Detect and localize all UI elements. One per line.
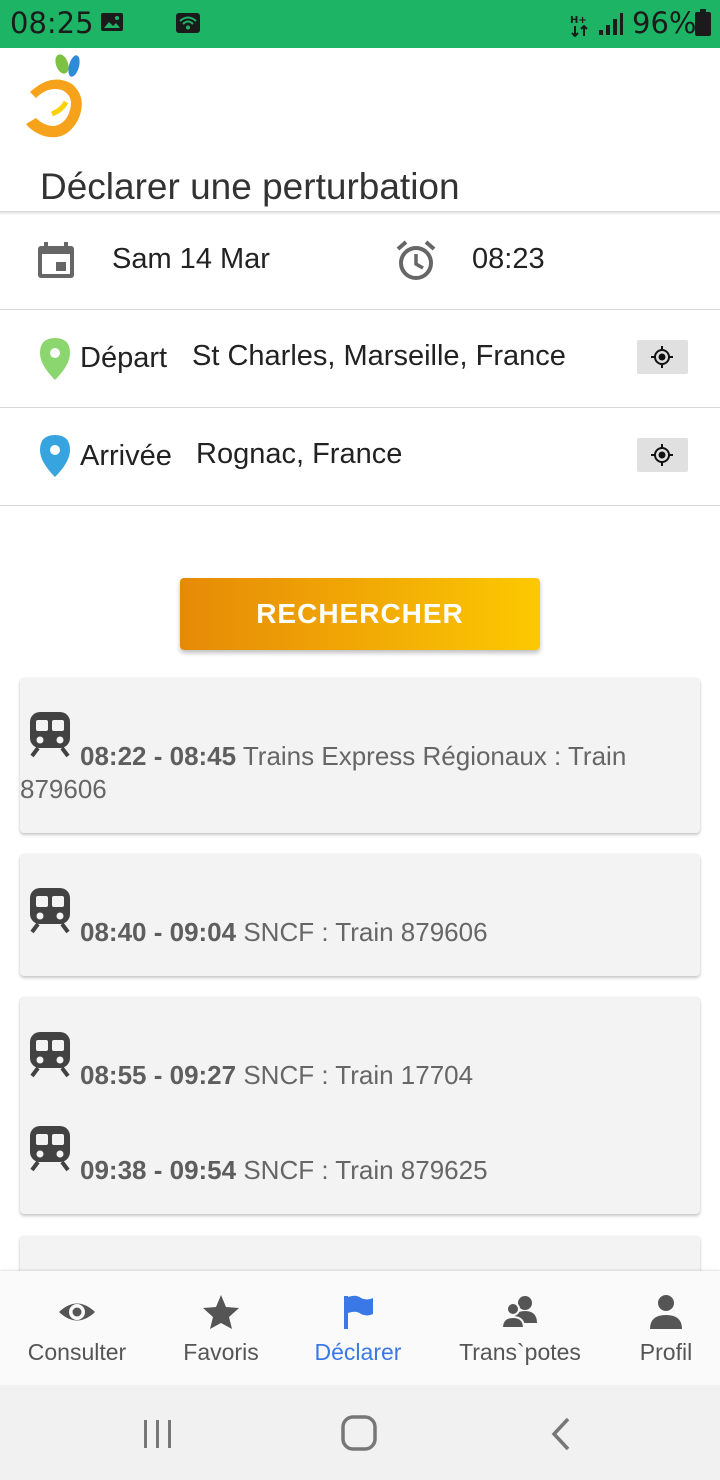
train-icon — [30, 1126, 70, 1172]
nav-favoris[interactable]: Favoris — [154, 1271, 288, 1385]
trip-times: 08:40 - 09:04 — [80, 917, 237, 947]
mobile-data-icon: H+ — [570, 15, 588, 37]
arrivee-input[interactable]: Rognac, France — [196, 438, 576, 471]
nav-label: Déclarer — [314, 1339, 402, 1365]
recents-icon[interactable] — [140, 1418, 176, 1450]
nav-label: Consulter — [27, 1339, 127, 1365]
nav-consulter[interactable]: Consulter — [0, 1271, 154, 1385]
status-time: 08:25 — [10, 6, 94, 40]
image-icon — [101, 13, 123, 31]
wifi-icon — [176, 13, 200, 33]
trip-times: 09:38 - 09:54 — [80, 1155, 237, 1185]
trip-description: SNCF : Train 879625 — [236, 1155, 488, 1185]
my-location-icon — [651, 346, 673, 368]
trip-description: SNCF : Train 17704 — [236, 1060, 474, 1090]
nav-label: Profil — [639, 1339, 693, 1365]
battery-icon — [695, 9, 711, 36]
nav-label: Trans`potes — [459, 1339, 581, 1365]
arrivee-label: Arrivée — [80, 440, 172, 472]
alarm-icon[interactable] — [394, 238, 438, 282]
train-icon — [30, 888, 70, 934]
trip-description: SNCF : Train 879606 — [236, 917, 488, 947]
depart-label: Départ — [80, 342, 168, 374]
time-value[interactable]: 08:23 — [472, 243, 545, 276]
trip-item[interactable]: 08:22 - 08:45 Trains Express Régionaux :… — [20, 740, 690, 806]
search-button[interactable]: RECHERCHER — [180, 578, 540, 650]
status-bar: 08:25 H+ 96% — [0, 0, 720, 48]
svg-text:H+: H+ — [570, 15, 587, 26]
location-pin-icon — [40, 338, 70, 380]
app-logo — [26, 54, 82, 138]
page-title: Déclarer une perturbation — [40, 166, 460, 207]
battery-percent: 96% — [632, 6, 697, 40]
trip-item[interactable]: 08:55 - 09:27 SNCF : Train 17704 — [80, 1059, 473, 1092]
depart-input[interactable]: St Charles, Marseille, France — [192, 340, 578, 373]
result-card[interactable] — [20, 854, 700, 976]
eye-icon — [59, 1303, 95, 1321]
trip-times: 08:22 - 08:45 — [80, 741, 237, 771]
flag-icon — [344, 1295, 373, 1329]
nav-transpotes[interactable]: Trans`potes — [428, 1271, 612, 1385]
trip-item[interactable]: 08:40 - 09:04 SNCF : Train 879606 — [80, 916, 488, 949]
location-pin-icon — [40, 435, 70, 477]
back-icon[interactable] — [548, 1416, 574, 1452]
calendar-icon[interactable] — [36, 240, 76, 280]
nav-label: Favoris — [183, 1339, 259, 1365]
nav-declarer[interactable]: Déclarer — [288, 1271, 428, 1385]
date-time-row — [0, 215, 720, 310]
nav-profil[interactable]: Profil — [612, 1271, 720, 1385]
my-location-icon — [651, 444, 673, 466]
trip-times: 08:55 - 09:27 — [80, 1060, 237, 1090]
trip-item[interactable]: 09:38 - 09:54 SNCF : Train 879625 — [80, 1154, 488, 1187]
signal-icon — [599, 13, 623, 35]
locate-arrivee-button[interactable] — [637, 438, 688, 472]
locate-depart-button[interactable] — [637, 340, 688, 374]
train-icon — [30, 1032, 70, 1078]
star-icon — [203, 1295, 239, 1329]
person-icon — [650, 1295, 682, 1329]
home-icon[interactable] — [340, 1414, 378, 1452]
date-value[interactable]: Sam 14 Mar — [112, 243, 270, 276]
group-icon — [501, 1296, 537, 1329]
